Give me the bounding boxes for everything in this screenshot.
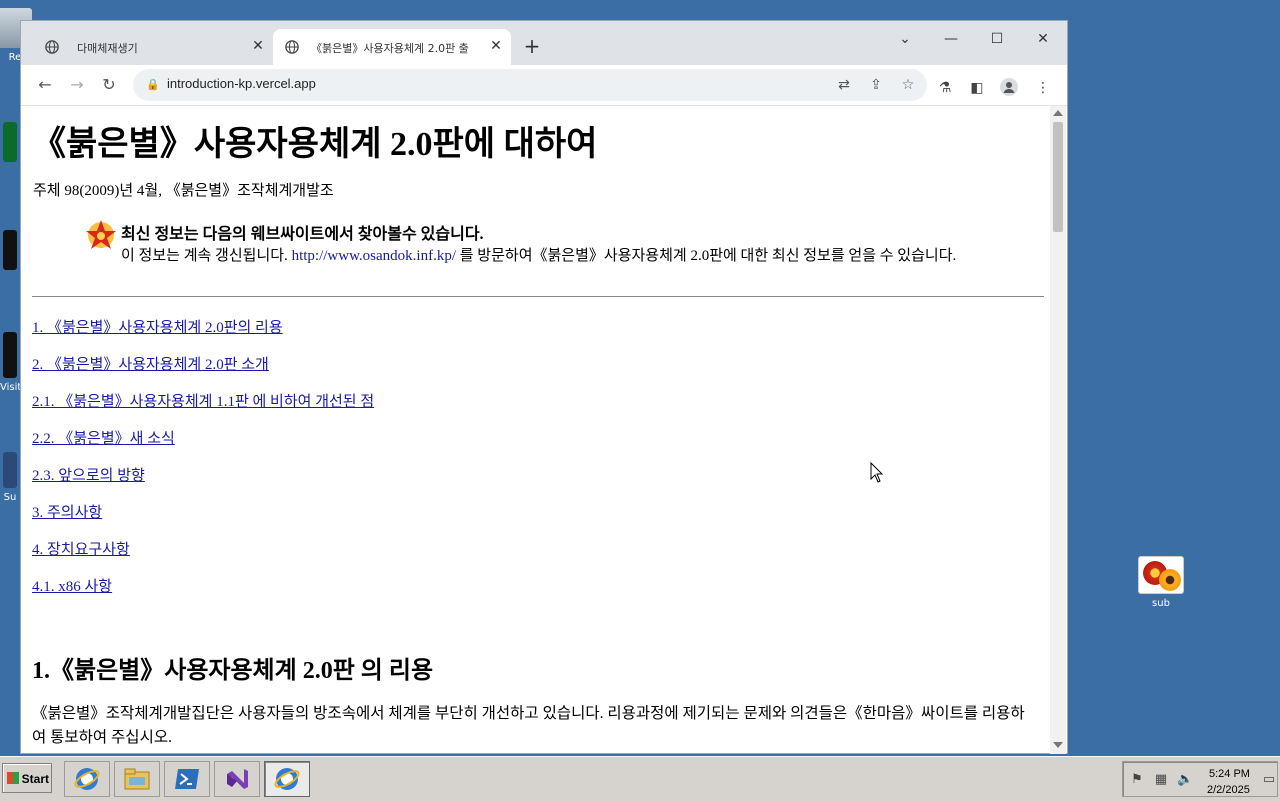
- tab-search-chevron-icon[interactable]: ⌄: [885, 25, 925, 53]
- network-icon[interactable]: ▦: [1153, 772, 1169, 788]
- scroll-up-arrow-icon[interactable]: [1053, 110, 1063, 116]
- section-heading: 1.《붉은별》사용자용체계 2.0판 의 리용: [32, 658, 434, 684]
- shortcut-image: [3, 230, 17, 270]
- labs-flask-icon[interactable]: ⚗: [935, 78, 955, 98]
- toc-link[interactable]: 1. 《붉은별》사용자용체계 2.0판의 리용: [32, 320, 283, 336]
- taskbar-file-explorer[interactable]: [114, 761, 160, 797]
- notice-text: 이 정보는 계속 갱신됩니다. http://www.osandok.inf.k…: [121, 245, 991, 267]
- clock-date[interactable]: 2/2/2025: [1207, 784, 1250, 796]
- desktop-shortcut-1[interactable]: [0, 122, 20, 166]
- toc-link[interactable]: 2. 《붉은별》사용자용체계 2.0판 소개: [32, 357, 269, 373]
- windows-logo-icon: [7, 772, 19, 784]
- tab-red-star-intro[interactable]: 《붉은별》사용자용체계 2.0판 출 ✕: [273, 29, 511, 65]
- vertical-scrollbar[interactable]: [1050, 106, 1066, 754]
- desktop-icon-label: sub: [1152, 598, 1170, 609]
- tab-label: 《붉은별》사용자용체계 2.0판 출: [311, 42, 469, 55]
- internet-explorer-icon: [74, 768, 100, 790]
- globe-icon: [45, 40, 59, 54]
- notice-title: 최신 정보는 다음의 웨브싸이트에서 찾아볼수 있습니다.: [121, 226, 484, 243]
- toc-link[interactable]: 2.3. 앞으로의 방향: [32, 468, 145, 484]
- browser-menu-icon[interactable]: ⋮: [1033, 78, 1053, 98]
- tab-strip: 다매체재생기 ✕ 《붉은별》사용자용체계 2.0판 출 ✕ + ⌄ — ☐ ✕: [21, 21, 1067, 65]
- show-desktop-icon[interactable]: ▭: [1261, 772, 1277, 788]
- desktop-icon-sub[interactable]: sub: [1134, 556, 1188, 609]
- bookmark-star-icon[interactable]: ☆: [897, 74, 919, 96]
- notice-text-before: 이 정보는 계속 갱신됩니다.: [121, 248, 292, 264]
- taskbar-powershell[interactable]: [164, 761, 210, 797]
- notice-text-after: 를 방문하여《붉은별》사용자용체계 2.0판에 대한 최신 정보를 얻을 수 있…: [456, 248, 957, 264]
- desktop-shortcut-3[interactable]: Visit: [0, 332, 22, 393]
- toc-link[interactable]: 2.1. 《붉은별》사용자용체계 1.1판 에 비하여 개선된 점: [32, 394, 374, 410]
- toc-item: 2. 《붉은별》사용자용체계 2.0판 소개: [32, 353, 374, 390]
- folder-icon: [124, 768, 150, 790]
- reload-icon[interactable]: ↻: [97, 73, 121, 97]
- profile-avatar-icon[interactable]: [999, 78, 1019, 98]
- browser-window: 다매체재생기 ✕ 《붉은별》사용자용체계 2.0판 출 ✕ + ⌄ — ☐ ✕ …: [20, 20, 1068, 754]
- shortcut-image: [3, 122, 17, 162]
- start-label: Start: [21, 772, 49, 786]
- system-tray: ⚑ ▦ 🔈 5:24 PM 2/2/2025 ▭: [1122, 761, 1278, 797]
- section-paragraph: 《붉은별》조작체계개발집단은 사용자들의 방조속에서 체계를 부단히 개선하고 …: [32, 705, 1025, 746]
- internet-explorer-icon: [274, 768, 300, 790]
- tab-label: 다매체재생기: [77, 42, 138, 55]
- shortcut-image: [3, 452, 17, 488]
- start-button[interactable]: Start: [2, 763, 52, 793]
- taskbar-visual-studio[interactable]: [214, 761, 260, 797]
- toc-link[interactable]: 2.2. 《붉은별》새 소식: [32, 431, 175, 447]
- desktop-shortcut-2[interactable]: [0, 230, 20, 274]
- side-panel-icon[interactable]: ◧: [967, 78, 987, 98]
- scroll-down-arrow-icon[interactable]: [1053, 742, 1063, 748]
- shortcut-image: [3, 332, 17, 378]
- page-content: 《붉은별》사용자용체계 2.0판에 대하여 주체 98(2009)년 4월, 《…: [22, 106, 1050, 754]
- toc-item: 4. 장치요구사항: [32, 538, 374, 575]
- toc-item: 2.1. 《붉은별》사용자용체계 1.1판 에 비하여 개선된 점: [32, 390, 374, 427]
- toc-link[interactable]: 4.1. x86 사항: [32, 579, 112, 595]
- page-title: 《붉은별》사용자용체계 2.0판에 대하여: [32, 126, 598, 163]
- red-star-logo-icon: [86, 220, 116, 249]
- close-window-button[interactable]: ✕: [1023, 25, 1063, 53]
- toc-item: 4.1. x86 사항: [32, 575, 374, 612]
- powershell-icon: [175, 769, 199, 789]
- close-tab-icon[interactable]: ✕: [249, 37, 267, 55]
- table-of-contents: 1. 《붉은별》사용자용체계 2.0판의 리용 2. 《붉은별》사용자용체계 2…: [32, 316, 374, 612]
- tab-media-player[interactable]: 다매체재생기 ✕: [31, 29, 271, 65]
- share-icon[interactable]: ⇪: [865, 74, 887, 96]
- toc-item: 1. 《붉은별》사용자용체계 2.0판의 리용: [32, 316, 374, 353]
- toc-link[interactable]: 4. 장치요구사항: [32, 542, 130, 558]
- toc-link[interactable]: 3. 주의사항: [32, 505, 102, 521]
- taskbar-internet-explorer-active[interactable]: [264, 761, 310, 797]
- divider: [32, 296, 1044, 297]
- globe-icon: [285, 40, 299, 54]
- taskbar-internet-explorer[interactable]: [64, 761, 110, 797]
- translate-icon[interactable]: ⇄: [833, 74, 855, 96]
- address-bar[interactable]: 🔒 introduction-kp.vercel.app ⇄ ⇪ ☆: [133, 69, 927, 101]
- browser-toolbar: ← → ↻ 🔒 introduction-kp.vercel.app ⇄ ⇪ ☆…: [21, 65, 1067, 106]
- toc-item: 2.2. 《붉은별》새 소식: [32, 427, 374, 464]
- new-tab-button[interactable]: +: [521, 35, 543, 57]
- mouse-cursor-icon: [870, 462, 884, 483]
- taskbar: Start ⚑ ▦ 🔈 5:24 PM 2/2/2025 ▭: [0, 756, 1280, 801]
- clock-time[interactable]: 5:24 PM: [1209, 768, 1250, 780]
- desktop-icon-label: Su: [3, 492, 17, 503]
- forward-arrow-icon[interactable]: →: [65, 73, 89, 97]
- toc-item: 2.3. 앞으로의 방향: [32, 464, 374, 501]
- flowers-image-icon: [1138, 556, 1184, 594]
- author-line: 주체 98(2009)년 4월, 《붉은별》조작체계개발조: [33, 183, 334, 199]
- scroll-thumb[interactable]: [1053, 122, 1063, 232]
- close-tab-icon[interactable]: ✕: [487, 37, 505, 55]
- desktop-icon-label: Visit: [0, 382, 22, 393]
- visual-studio-icon: [227, 769, 248, 789]
- osandok-link[interactable]: http://www.osandok.inf.kp/: [292, 248, 456, 264]
- volume-icon[interactable]: 🔈: [1177, 772, 1193, 788]
- desktop-shortcut-4[interactable]: Su: [0, 452, 20, 503]
- url-text[interactable]: introduction-kp.vercel.app: [167, 76, 316, 91]
- lock-icon[interactable]: 🔒: [145, 77, 161, 93]
- toc-item: 3. 주의사항: [32, 501, 374, 538]
- action-center-flag-icon[interactable]: ⚑: [1129, 772, 1145, 788]
- minimize-button[interactable]: —: [931, 25, 971, 53]
- maximize-button[interactable]: ☐: [977, 25, 1017, 53]
- back-arrow-icon[interactable]: ←: [33, 73, 57, 97]
